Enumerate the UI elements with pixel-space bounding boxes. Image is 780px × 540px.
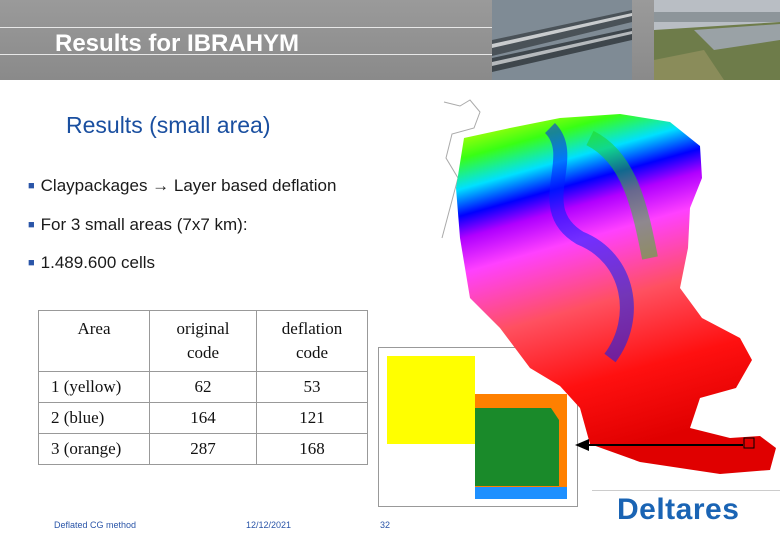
bullet-text: For 3 small areas (7x7 km):	[40, 215, 248, 234]
header-photo-bridge	[492, 0, 632, 80]
header-rule-top	[0, 27, 492, 28]
table-header-row: Area original code deflation code	[38, 310, 368, 372]
table-cell: 287	[149, 433, 257, 465]
footer-divider	[592, 490, 780, 491]
table-header-cell: original code	[149, 310, 257, 372]
bullet-text: 1.489.600 cells	[40, 253, 156, 272]
table-cell: 62	[149, 371, 257, 403]
deltares-logo: Deltares	[617, 493, 740, 526]
header-photo-river	[654, 0, 780, 80]
table-header-cell: deflation code	[256, 310, 368, 372]
bullet-item: ■ Claypackages → Layer based deflation	[28, 176, 336, 196]
table-cell: 3 (orange)	[38, 433, 150, 465]
bullet-item: ■ 1.489.600 cells	[28, 253, 155, 273]
table-row: 2 (blue) 164 121	[38, 402, 368, 434]
left-arrow-icon	[575, 439, 743, 451]
bullet-item: ■ For 3 small areas (7x7 km):	[28, 215, 248, 235]
bullet-square-icon: ■	[28, 219, 35, 231]
table-cell: 2 (blue)	[38, 402, 150, 434]
table-cell: 53	[256, 371, 368, 403]
results-table: Area original code deflation code 1 (yello…	[38, 310, 368, 465]
table-cell: 121	[256, 402, 368, 434]
footer-date: 12/12/2021	[246, 520, 292, 530]
table-row: 1 (yellow) 62 53	[38, 371, 368, 403]
table-cell: 1 (yellow)	[38, 371, 150, 403]
slide-subtitle: Results (small area)	[66, 112, 271, 138]
bullet-square-icon: ■	[28, 180, 35, 192]
bullet-text: Claypackages → Layer based deflation	[40, 176, 337, 195]
page-title: Results for IBRAHYM	[55, 30, 300, 57]
table-cell: 164	[149, 402, 257, 434]
table-header-cell: Area	[38, 310, 150, 372]
bullet-square-icon: ■	[28, 257, 35, 269]
footer-page-number: 32	[380, 520, 391, 530]
table-cell: 168	[256, 433, 368, 465]
elevation-map	[440, 98, 780, 478]
table-row: 3 (orange) 287 168	[38, 433, 368, 465]
footer-left-text: Deflated CG method	[54, 520, 137, 530]
